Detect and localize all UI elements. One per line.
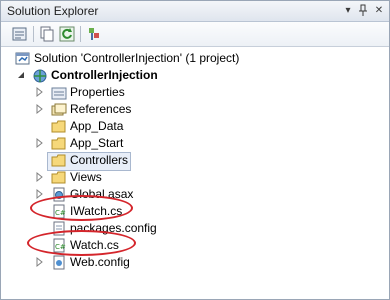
solution-tree: Solution 'ControllerInjection' (1 projec…: [1, 47, 389, 299]
folder-icon: [51, 170, 67, 185]
panel-title: Solution Explorer: [7, 4, 99, 18]
tree-item-label: References: [70, 102, 132, 116]
folder-icon: [51, 119, 67, 134]
title-bar: Solution Explorer ▾ ✕: [1, 1, 389, 22]
tree-item-web-config[interactable]: Web.config: [1, 254, 389, 271]
solution-label: Solution 'ControllerInjection' (1 projec…: [34, 51, 240, 65]
config-file-icon: [51, 255, 67, 270]
expand-arrow-icon[interactable]: [34, 171, 46, 183]
toolbar-separator: [80, 26, 81, 42]
tree-item-controllers[interactable]: Controllers: [1, 152, 389, 171]
properties-icon[interactable]: [11, 25, 29, 43]
pin-icon[interactable]: [357, 4, 369, 17]
view-class-diagram-icon[interactable]: [85, 25, 103, 43]
show-all-files-icon[interactable]: [38, 25, 56, 43]
tree-item-views[interactable]: Views: [1, 169, 389, 186]
tree-item-label: Views: [70, 170, 102, 184]
tree-item-references[interactable]: References: [1, 101, 389, 118]
expand-arrow-icon[interactable]: [34, 103, 46, 115]
tree-item-label: App_Start: [70, 136, 124, 150]
expand-arrow-icon[interactable]: [34, 137, 46, 149]
tree-item-label: Properties: [70, 85, 125, 99]
tree-item-app-start[interactable]: App_Start: [1, 135, 389, 152]
solution-icon: [15, 51, 31, 66]
expand-arrow-icon[interactable]: [34, 86, 46, 98]
tree-item-properties[interactable]: Properties: [1, 84, 389, 101]
web-project-icon: [32, 68, 48, 83]
project-label: ControllerInjection: [51, 68, 158, 82]
tree-item-solution[interactable]: Solution 'ControllerInjection' (1 projec…: [1, 50, 389, 67]
toolbar: [1, 22, 389, 47]
collapse-arrow-icon[interactable]: [15, 69, 27, 81]
window-position-dropdown-icon[interactable]: ▾: [342, 4, 354, 17]
references-icon: [51, 102, 67, 117]
tree-item-app-data[interactable]: App_Data: [1, 118, 389, 135]
refresh-icon[interactable]: [58, 25, 76, 43]
expand-arrow-icon[interactable]: [34, 256, 46, 268]
close-icon[interactable]: ✕: [373, 4, 385, 17]
highlight-ellipse-iwatch: [30, 195, 133, 221]
solution-explorer-panel: Solution Explorer ▾ ✕ Solution 'Controll…: [0, 0, 390, 300]
properties-folder-icon: [51, 85, 67, 100]
tree-item-project[interactable]: ControllerInjection: [1, 67, 389, 84]
highlight-ellipse-watch: [27, 230, 136, 256]
tree-item-label: Controllers: [70, 153, 129, 167]
folder-icon: [51, 153, 67, 168]
tree-item-label: App_Data: [70, 119, 124, 133]
tree-item-label: Web.config: [70, 255, 130, 269]
toolbar-separator: [33, 26, 34, 42]
folder-icon: [51, 136, 67, 151]
